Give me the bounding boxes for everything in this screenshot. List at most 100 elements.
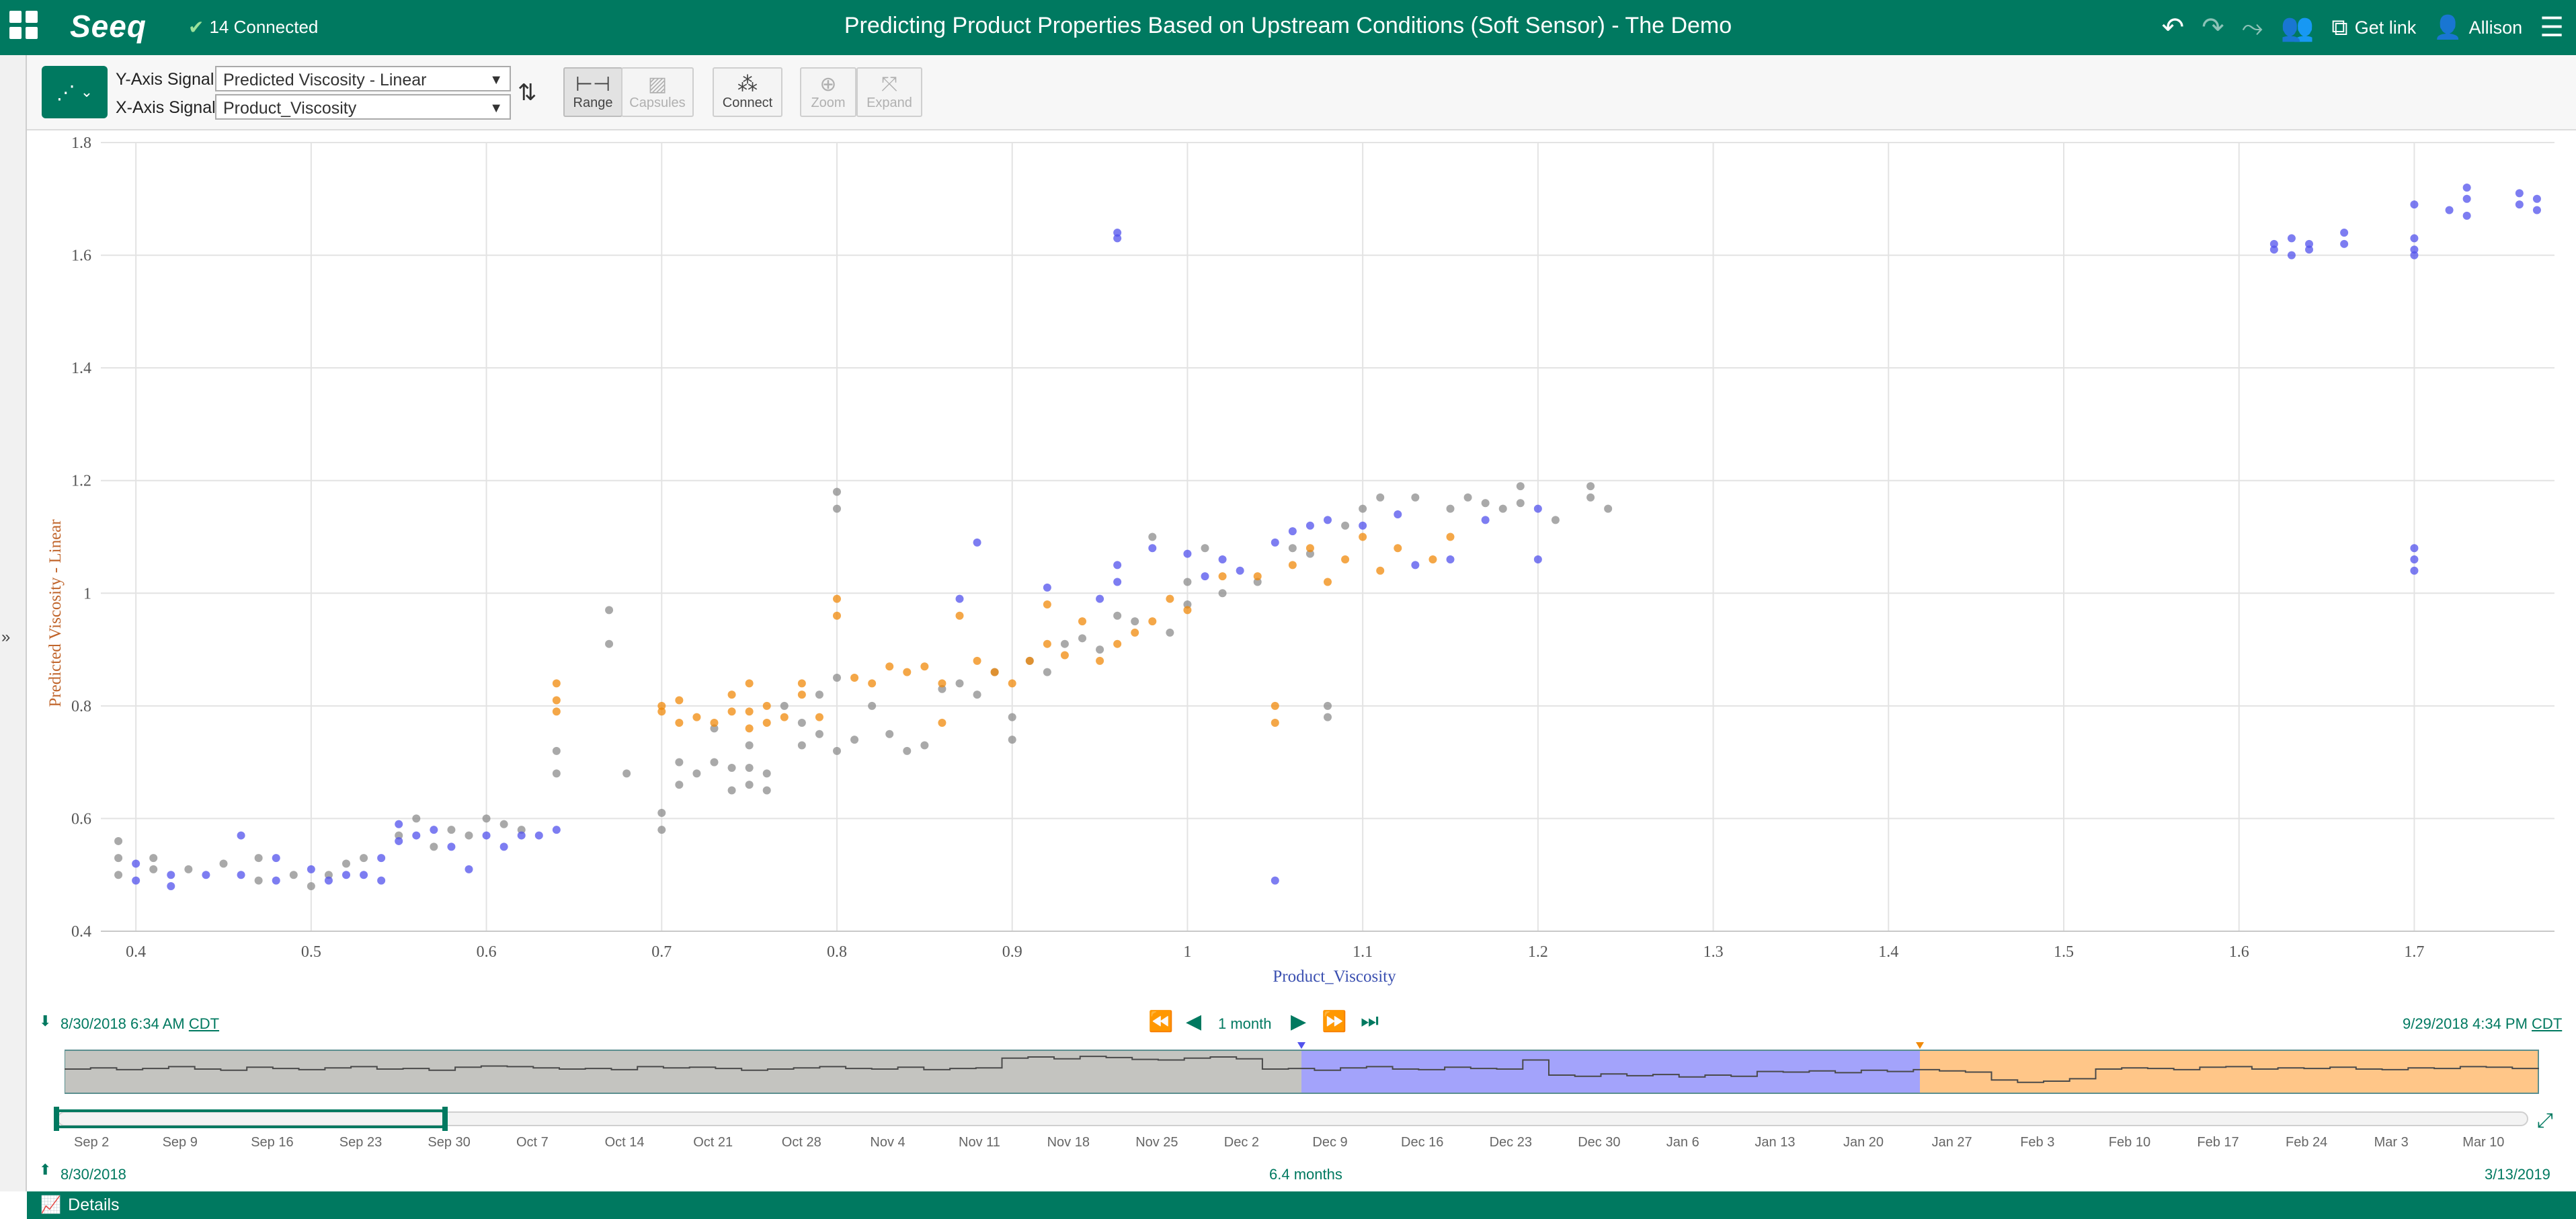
range-button[interactable]: ⊢⊣ Range — [563, 67, 622, 117]
step-back-full-icon[interactable]: ⏪ — [1148, 1010, 1173, 1033]
display-end-tz[interactable]: CDT — [2532, 1015, 2562, 1032]
display-range-end[interactable]: 9/29/2018 4:34 PM CDT — [2403, 1015, 2562, 1033]
data-point — [1271, 538, 1279, 547]
data-point — [114, 836, 123, 845]
data-point — [377, 854, 386, 863]
hamburger-menu-icon[interactable]: ☰ — [2540, 14, 2564, 41]
redo-icon[interactable]: ↷ — [2202, 14, 2224, 41]
chevron-down-icon: ⌄ — [80, 83, 93, 100]
capsule-blue[interactable] — [1301, 1050, 1920, 1093]
data-point — [1428, 555, 1437, 564]
capsule-orange[interactable] — [1920, 1050, 2538, 1093]
data-point — [955, 594, 964, 603]
chart-area-icon: 📈 — [40, 1195, 62, 1214]
axis-tick-labels: 0.4 0.5 0.6 0.7 0.8 0.9 1 1.1 1.2 1.3 1.4 1.5 1.6 1.7… — [71, 134, 2424, 961]
data-point — [377, 876, 386, 885]
y-tick-label: 1.4 — [71, 360, 91, 377]
expand-button[interactable]: ⤧ Expand — [856, 67, 922, 117]
capsule-timeline[interactable] — [65, 1042, 2540, 1096]
data-point — [710, 758, 719, 766]
data-point — [167, 881, 175, 890]
jump-to-now-icon[interactable]: ⏭ — [1361, 1010, 1379, 1033]
timeline-tick-label: Nov 18 — [1047, 1135, 1090, 1150]
display-start-tz[interactable]: CDT — [189, 1015, 219, 1032]
zoom-button[interactable]: ⊕ Zoom — [800, 67, 856, 117]
capsule-gray[interactable] — [65, 1050, 1301, 1093]
x-axis-signal-select[interactable]: Product_Viscosity ▼ — [215, 94, 511, 120]
data-point — [2269, 239, 2278, 248]
data-point — [1481, 499, 1490, 508]
data-point — [272, 854, 280, 863]
details-panel-toggle[interactable]: 📈 Details — [27, 1191, 2576, 1219]
step-forward-icon[interactable]: ▶ — [1291, 1010, 1306, 1033]
timeline-tick-label: Jan 6 — [1666, 1135, 1699, 1150]
x-tick-label: 1 — [1183, 943, 1191, 961]
get-link-button[interactable]: ⧉ Get link — [2331, 16, 2416, 39]
data-point — [727, 707, 736, 716]
seeq-logo[interactable]: Seeq — [70, 8, 147, 44]
data-point — [430, 842, 438, 851]
data-point — [447, 842, 456, 851]
data-point — [254, 854, 263, 863]
data-point — [114, 871, 123, 879]
data-point — [1533, 555, 1542, 564]
data-point — [1516, 499, 1525, 508]
x-axis-label: X-Axis Signal: — [116, 98, 220, 117]
users-icon[interactable]: 👥 — [2281, 14, 2315, 41]
slider-right-handle[interactable] — [442, 1107, 448, 1131]
data-point — [797, 741, 806, 750]
slider-left-handle[interactable] — [54, 1107, 59, 1131]
y-tick-label: 0.4 — [71, 923, 91, 941]
capsules-button[interactable]: ▨ Capsules — [621, 67, 694, 117]
data-point — [2532, 206, 2541, 214]
data-point — [833, 611, 841, 620]
data-point — [1376, 566, 1385, 575]
connection-status[interactable]: ✔ 14 Connected — [188, 16, 318, 38]
investigate-range-end[interactable]: 3/13/2019 — [2485, 1166, 2550, 1183]
scatter-plot[interactable]: 0.4 0.5 0.6 0.7 0.8 0.9 1 1.1 1.2 1.3 1.4 1.5 1.6 1.7… — [0, 129, 2576, 1003]
investigate-duration[interactable]: 6.4 months — [1269, 1166, 1342, 1183]
visualization-selector-button[interactable]: ⋰ ⌄ — [42, 66, 108, 118]
timeline-tick-label: Mar 10 — [2462, 1135, 2505, 1150]
data-point — [1498, 504, 1507, 513]
data-point — [1113, 578, 1122, 586]
share-forward-icon[interactable]: ⤳ — [2242, 14, 2263, 41]
timeline-tick-label: Sep 9 — [162, 1135, 198, 1150]
investigate-range-slider[interactable] — [54, 1107, 2554, 1134]
connect-icon: ⁂ — [737, 73, 758, 95]
data-point — [1516, 482, 1525, 491]
user-menu[interactable]: 👤 Allison — [2433, 16, 2522, 39]
app-grid-icon[interactable] — [9, 11, 40, 42]
data-point — [2462, 184, 2471, 192]
data-point — [219, 859, 228, 868]
header-actions: ↶ ↷ ⤳ 👥 ⧉ Get link 👤 Allison ☰ — [2162, 0, 2576, 55]
y-axis-label: Y-Axis Signal: — [116, 70, 219, 89]
data-point — [1341, 555, 1350, 564]
display-range-start-icon[interactable]: ⬇ — [39, 1013, 51, 1030]
step-forward-full-icon[interactable]: ⏩ — [1322, 1010, 1346, 1033]
investigate-start-icon[interactable]: ⬆ — [39, 1161, 51, 1179]
data-point — [1148, 533, 1157, 541]
display-end-text: 9/29/2018 4:34 PM — [2403, 1015, 2528, 1032]
swap-axes-icon[interactable]: ⇅ — [518, 79, 537, 106]
undo-icon[interactable]: ↶ — [2162, 14, 2185, 41]
data-point — [762, 718, 771, 727]
x-tick-label: 0.4 — [126, 943, 146, 961]
display-range-start[interactable]: 8/30/2018 6:34 AM CDT — [61, 1015, 219, 1033]
data-point — [1604, 504, 1613, 513]
timeline-tick-label: Oct 28 — [781, 1135, 821, 1150]
investigate-range-start[interactable]: 8/30/2018 — [61, 1166, 126, 1183]
data-point — [272, 876, 280, 885]
timeline-tick-label: Mar 3 — [2374, 1135, 2409, 1150]
connect-button[interactable]: ⁂ Connect — [713, 67, 782, 117]
step-back-icon[interactable]: ◀ — [1186, 1010, 1201, 1033]
zoom-to-fit-icon[interactable]: ⤢ — [2537, 1109, 2553, 1132]
y-axis-signal-select[interactable]: Predicted Viscosity - Linear ▼ — [215, 66, 511, 91]
data-point — [1201, 572, 1209, 581]
data-point — [938, 718, 947, 727]
data-point — [552, 746, 561, 755]
check-icon: ✔ — [188, 17, 204, 38]
data-point — [1043, 668, 1051, 676]
display-duration[interactable]: 1 month — [1218, 1015, 1272, 1033]
blue-capsule-marker-icon — [1297, 1042, 1305, 1049]
